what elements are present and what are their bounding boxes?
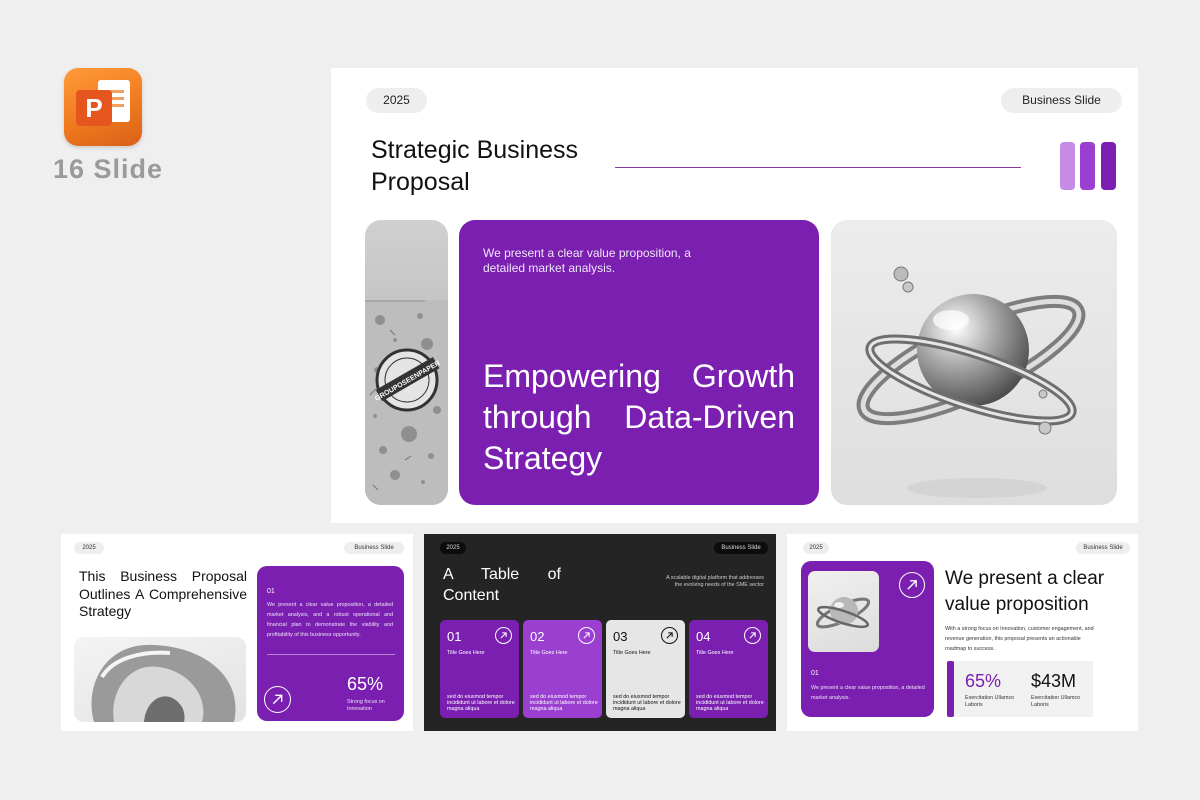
panel-text: We present a clear value proposition, a … — [267, 602, 393, 638]
info-panel: 01 We present a clear value proposition,… — [257, 566, 404, 721]
year-pill: 2025 — [440, 542, 466, 554]
business-slide-pill: Business Slide — [1076, 542, 1130, 554]
hero-card: We present a clear value proposition, a … — [459, 220, 819, 505]
business-slide-pill: Business Slide — [344, 542, 404, 554]
main-slide-preview[interactable]: 2025 Business Slide Strategic Business P… — [331, 68, 1138, 523]
toc-body: sed do eiusmod tempor incididunt ut labo… — [696, 694, 764, 712]
info-panel: 01 We present a clear value proposition,… — [801, 561, 934, 717]
section-number: 01 — [267, 588, 275, 595]
stat-caption: Exercitation Ullamco Laboris — [1031, 695, 1081, 708]
toc-title: Title Goes Here — [696, 650, 734, 656]
section-number: 01 — [811, 670, 819, 677]
toc-item[interactable]: 04 Title Goes Here sed do eiusmod tempor… — [689, 620, 768, 718]
thumbnail-table-of-content[interactable]: 2025 Business Slide A Table of Content A… — [424, 534, 776, 731]
arrow-up-right-icon[interactable] — [264, 686, 291, 713]
value-heading: We present a clear value proposition — [945, 568, 1105, 615]
title-divider — [615, 167, 1021, 168]
stats-box: 65% $43M Exercitation Ullamco Laboris Ex… — [947, 661, 1093, 717]
arrow-up-right-icon[interactable] — [899, 572, 925, 598]
powerpoint-icon: P — [64, 68, 142, 146]
toc-item[interactable]: 01 Title Goes Here sed do eiusmod tempor… — [440, 620, 519, 718]
toc-title: Title Goes Here — [447, 650, 485, 656]
business-slide-pill: Business Slide — [714, 542, 768, 554]
toc-item[interactable]: 02 Title Goes Here sed do eiusmod tempor… — [523, 620, 602, 718]
packaging-image: GROUPOSEENPAPER — [365, 220, 448, 505]
stat-amount: $43M — [1031, 671, 1077, 691]
toc-body: sed do eiusmod tempor incididunt ut labo… — [447, 694, 515, 712]
stats-accent-bar — [947, 661, 954, 717]
panel-divider — [267, 654, 395, 655]
arrow-up-right-icon[interactable] — [744, 627, 761, 644]
toc-number: 02 — [530, 629, 545, 644]
hero-subtitle: We present a clear value proposition, a … — [483, 246, 691, 275]
toc-number: 01 — [447, 629, 462, 644]
arrow-up-right-icon[interactable] — [661, 627, 678, 644]
toc-title: Title Goes Here — [613, 650, 651, 656]
year-pill: 2025 — [74, 542, 104, 554]
thumbnail-heading: This Business Proposal Outlines A Compre… — [79, 568, 247, 619]
slide-title: Strategic Business Proposal — [371, 136, 579, 196]
toc-title: Title Goes Here — [530, 650, 568, 656]
decor-bar-light — [1060, 142, 1075, 190]
stat-caption: Exercitation Ullamco Laboris — [965, 695, 1015, 708]
toc-number: 04 — [696, 629, 711, 644]
toc-body: sed do eiusmod tempor incididunt ut labo… — [613, 694, 681, 712]
stat-percent: 65% — [965, 671, 1002, 691]
powerpoint-letter: P — [76, 90, 112, 126]
slide-count-label: 16 Slide — [53, 154, 164, 184]
glass-sphere-image — [831, 220, 1117, 505]
hero-title: Empowering Growth through Data-Driven St… — [483, 358, 795, 476]
toc-heading: A Table of Content — [443, 566, 561, 604]
year-pill: 2025 — [803, 542, 829, 554]
toc-description: A scalable digital platform that address… — [666, 575, 764, 588]
toc-number: 03 — [613, 629, 628, 644]
panel-text: We present a clear value proposition, a … — [811, 685, 925, 701]
value-paragraph: With a strong focus on Innovation, custo… — [945, 626, 1094, 652]
arrow-up-right-icon[interactable] — [578, 627, 595, 644]
glass-shape-image — [74, 637, 246, 722]
business-slide-pill: Business Slide — [1001, 88, 1122, 113]
percent-caption: Strong focus on Innovation — [347, 699, 385, 712]
decor-bar-dark — [1101, 142, 1116, 190]
glass-sphere-image — [808, 571, 879, 652]
year-pill: 2025 — [366, 88, 427, 113]
toc-item[interactable]: 03 Title Goes Here sed do eiusmod tempor… — [606, 620, 685, 718]
toc-body: sed do eiusmod tempor incididunt ut labo… — [530, 694, 598, 712]
arrow-up-right-icon[interactable] — [495, 627, 512, 644]
percent-value: 65% — [347, 674, 384, 694]
thumbnail-proposal-slide[interactable]: 2025 Business Slide This Business Propos… — [61, 534, 413, 731]
thumbnail-value-proposition[interactable]: 2025 Business Slide 01 We present a clea… — [787, 534, 1138, 731]
decor-bar-medium — [1080, 142, 1095, 190]
